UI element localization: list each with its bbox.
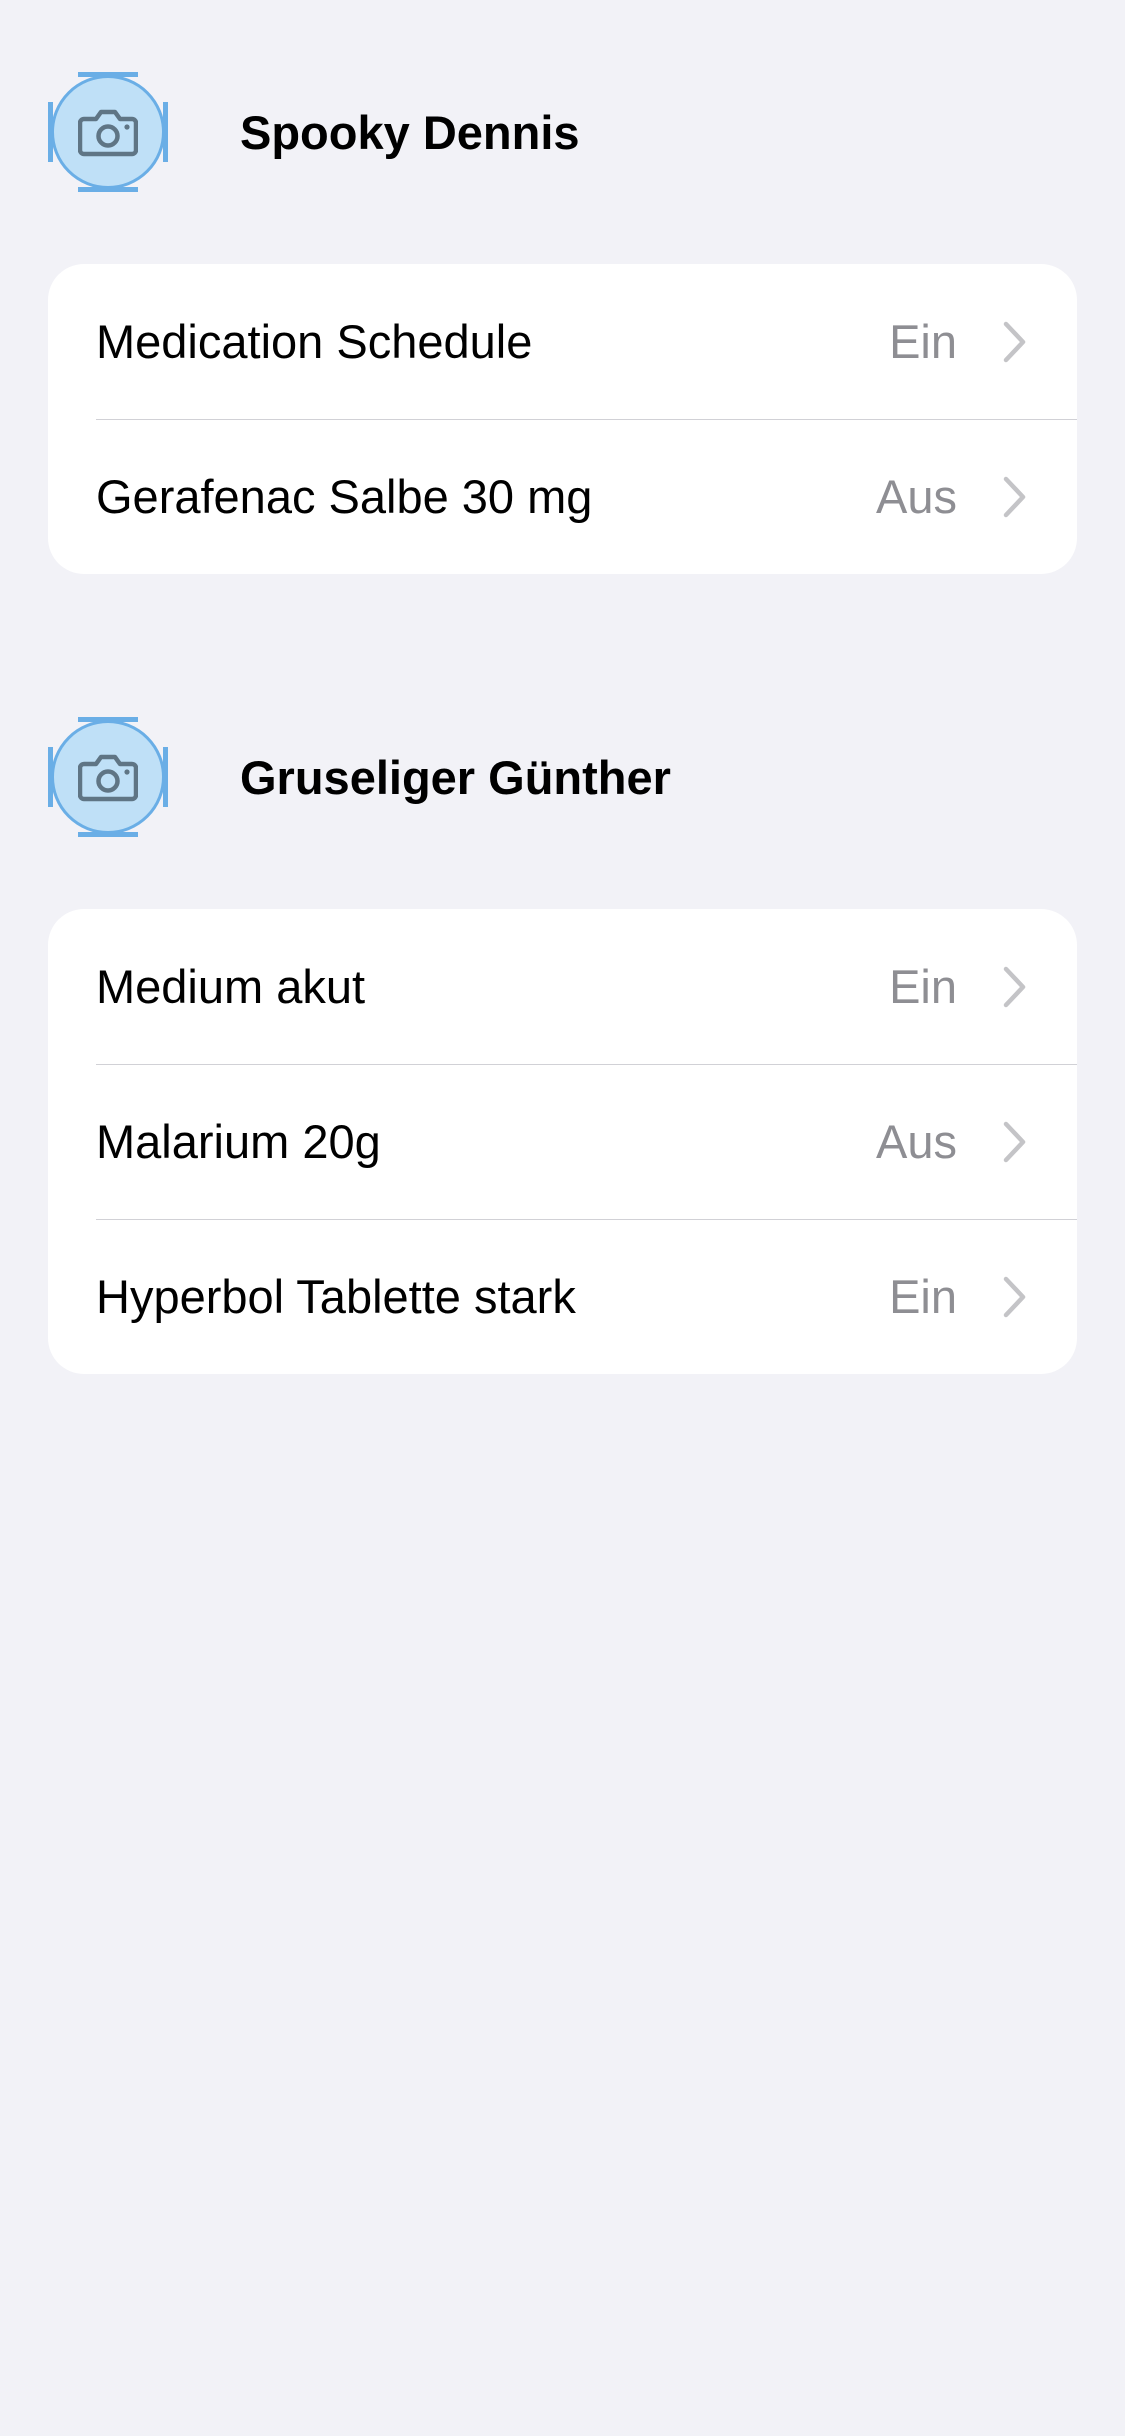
medication-name: Hyperbol Tablette stark	[96, 1270, 576, 1323]
medication-list-card: Medium akut Ein Malarium 20g Aus Hyperbo…	[48, 909, 1077, 1374]
camera-icon	[78, 109, 138, 157]
resize-handle-left[interactable]	[48, 747, 53, 807]
resize-handle-bottom[interactable]	[78, 832, 138, 837]
profile-header-spooky-dennis: Spooky Dennis	[48, 72, 580, 192]
profile-name: Gruseliger Günther	[240, 750, 671, 804]
reminder-status: Ein	[889, 960, 957, 1013]
avatar-photo-picker[interactable]	[48, 72, 168, 192]
chevron-right-icon	[1001, 473, 1029, 521]
medication-name: Medication Schedule	[96, 315, 533, 368]
reminder-status: Ein	[889, 1270, 957, 1323]
reminder-status: Ein	[889, 315, 957, 368]
medication-row[interactable]: Gerafenac Salbe 30 mg Aus	[48, 419, 1077, 574]
medication-row[interactable]: Hyperbol Tablette stark Ein	[48, 1219, 1077, 1374]
resize-handle-bottom[interactable]	[78, 187, 138, 192]
camera-icon	[78, 754, 138, 802]
medication-row[interactable]: Malarium 20g Aus	[48, 1064, 1077, 1219]
resize-handle-top[interactable]	[78, 72, 138, 77]
chevron-right-icon	[1001, 963, 1029, 1011]
resize-handle-right[interactable]	[163, 747, 168, 807]
avatar-photo-picker[interactable]	[48, 717, 168, 837]
chevron-right-icon	[1001, 1273, 1029, 1321]
profile-header-gruseliger-gunther: Gruseliger Günther	[48, 717, 671, 837]
medication-row[interactable]: Medication Schedule Ein	[48, 264, 1077, 419]
medication-list-card: Medication Schedule Ein Gerafenac Salbe …	[48, 264, 1077, 574]
reminder-status: Aus	[876, 1115, 957, 1168]
resize-handle-left[interactable]	[48, 102, 53, 162]
chevron-right-icon	[1001, 318, 1029, 366]
profile-name: Spooky Dennis	[240, 105, 580, 159]
chevron-right-icon	[1001, 1118, 1029, 1166]
medication-name: Gerafenac Salbe 30 mg	[96, 470, 593, 523]
medication-row[interactable]: Medium akut Ein	[48, 909, 1077, 1064]
medication-name: Malarium 20g	[96, 1115, 381, 1168]
medication-name: Medium akut	[96, 960, 366, 1013]
resize-handle-top[interactable]	[78, 717, 138, 722]
resize-handle-right[interactable]	[163, 102, 168, 162]
reminder-status: Aus	[876, 470, 957, 523]
